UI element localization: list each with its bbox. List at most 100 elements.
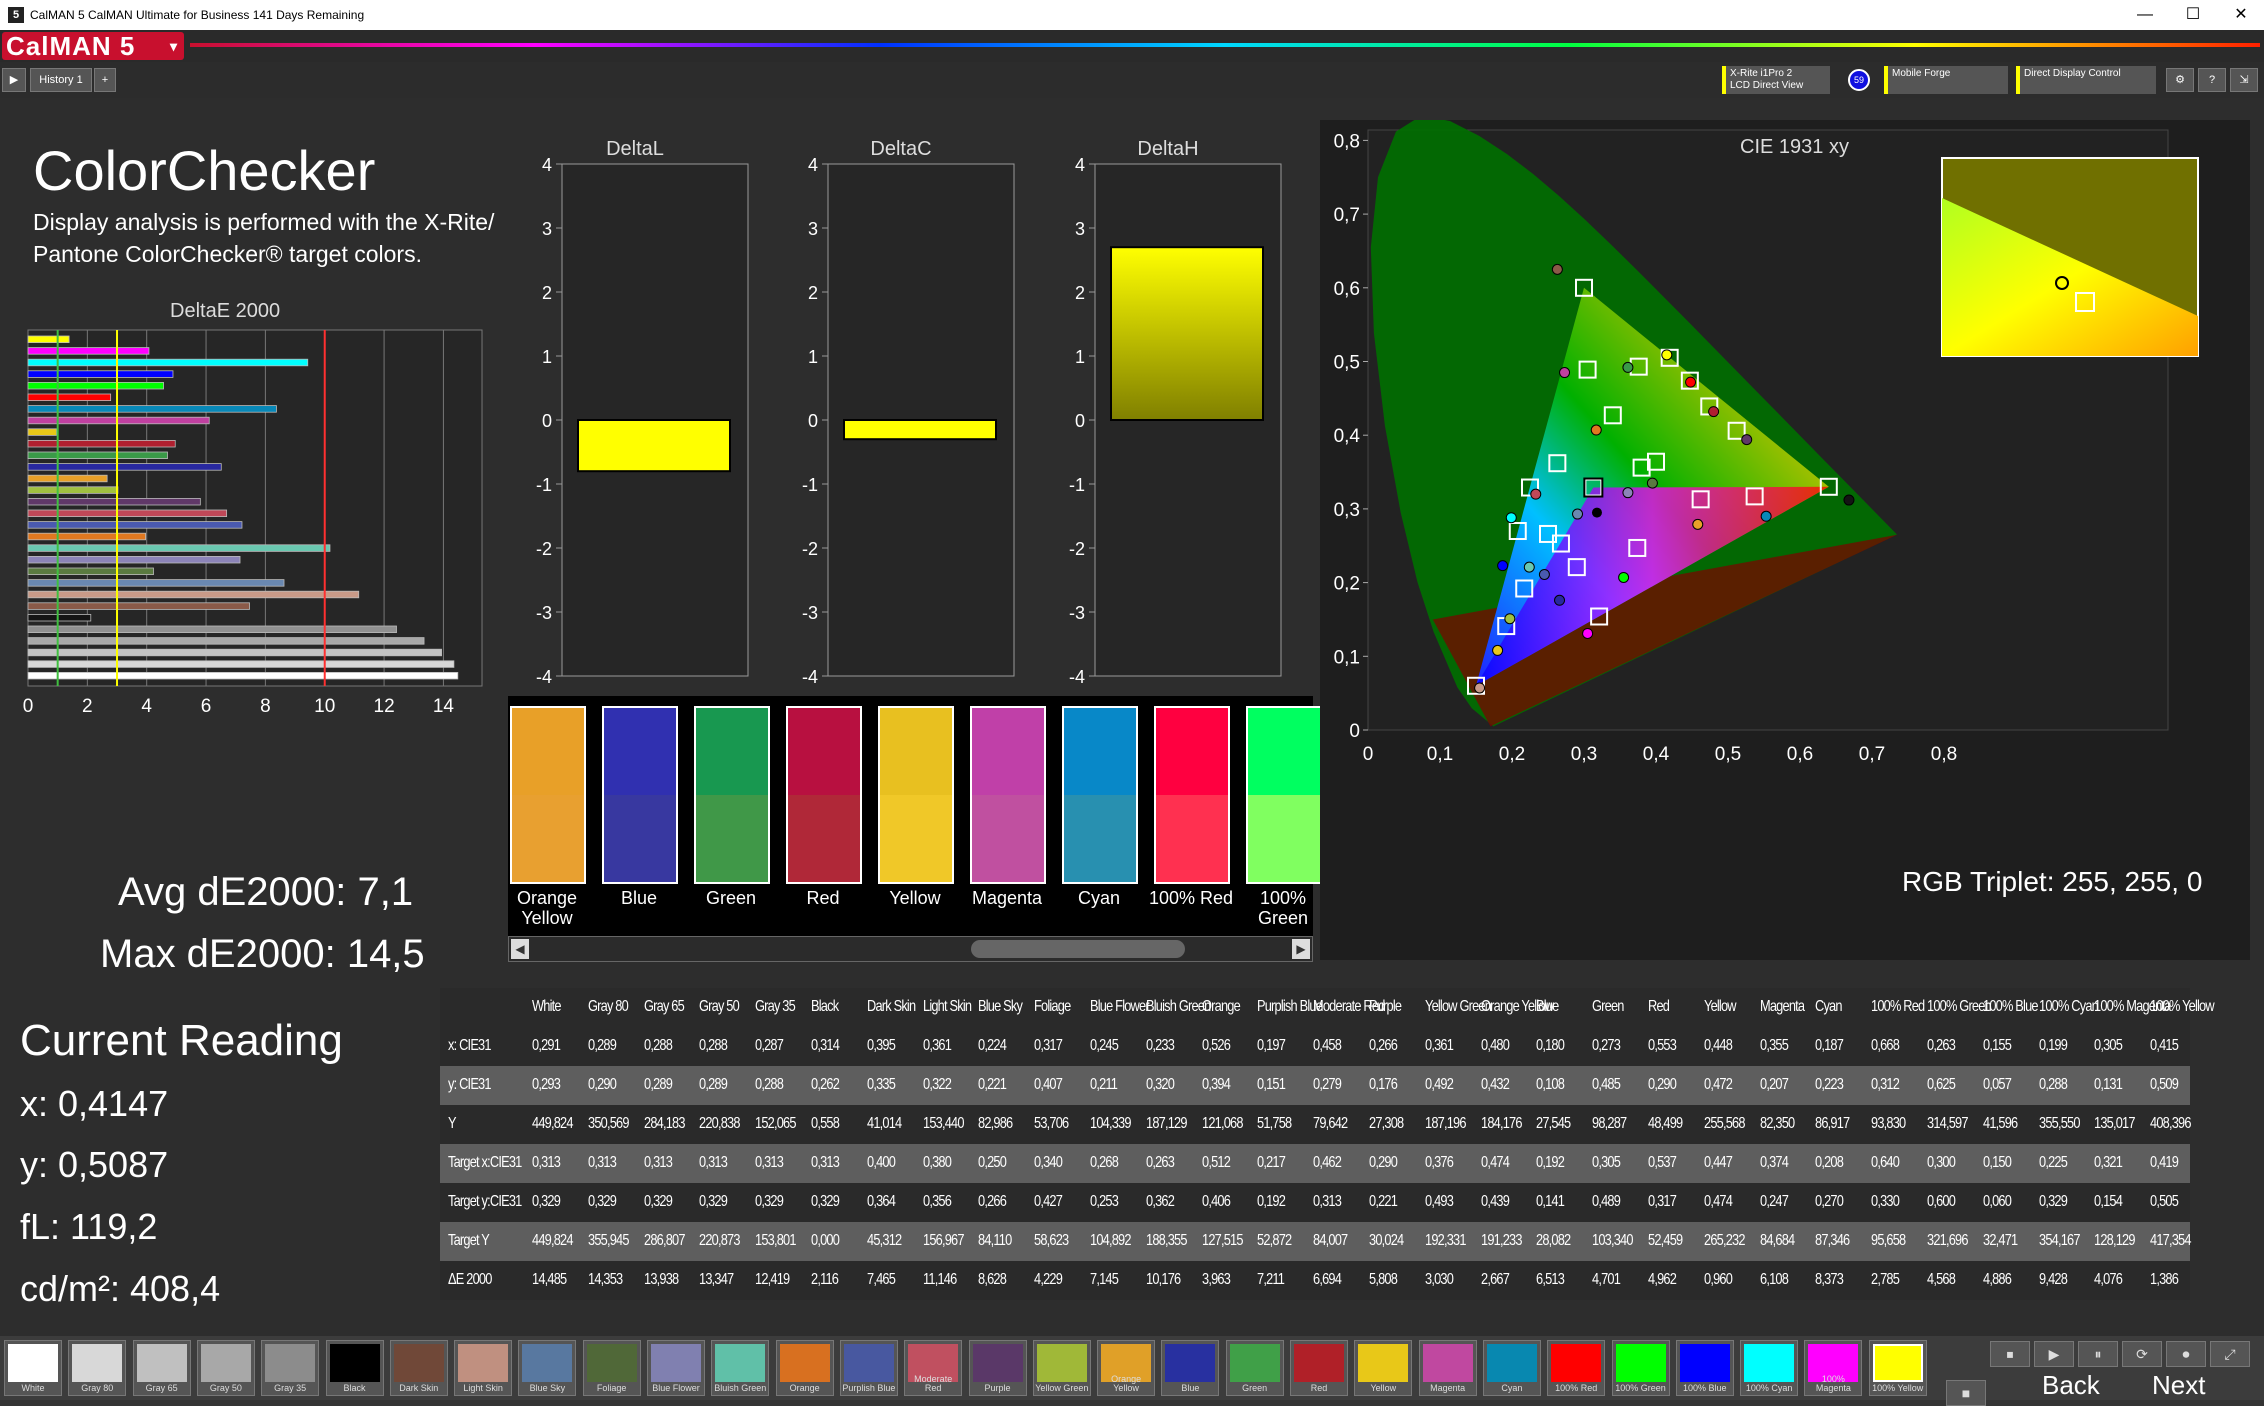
patch-yellow-green[interactable]: Yellow Green <box>1032 1340 1091 1396</box>
swatch-measured <box>788 795 860 882</box>
patch-100-blue[interactable]: 100% Blue <box>1675 1340 1734 1396</box>
gear-icon[interactable]: ⚙ <box>2166 68 2194 92</box>
table-cell: 0,155 <box>1982 1037 2012 1054</box>
table-row: x: CIE31 0,291 0,289 0,288 0,288 0,287 0,314 0,… <box>440 1027 2190 1066</box>
table-cell: 0,313 <box>587 1154 617 1171</box>
patch-bluish-green[interactable]: Bluish Green <box>711 1340 770 1396</box>
table-header-cell: Blue Sky <box>978 998 1023 1015</box>
table-cell: 220,873 <box>699 1232 741 1249</box>
table-cell: 0,362 <box>1145 1193 1175 1210</box>
patch-gray-80[interactable]: Gray 80 <box>68 1340 127 1396</box>
meter-badge[interactable]: 59 <box>1848 69 1870 91</box>
patch-foliage[interactable]: Foliage <box>582 1340 641 1396</box>
display-control-selector[interactable]: Direct Display Control <box>2016 66 2156 94</box>
patch-blue[interactable]: Blue <box>1161 1340 1220 1396</box>
table-cell: 6,513 <box>1536 1271 1565 1288</box>
table-cell: 52,872 <box>1257 1232 1292 1249</box>
table-cell: 87,346 <box>1815 1232 1850 1249</box>
table-cell: 0,427 <box>1034 1193 1063 1210</box>
delta-tick-label: 1 <box>542 347 552 367</box>
control-2-icon[interactable]: ▶ <box>2034 1341 2074 1367</box>
patch-gray-50[interactable]: Gray 50 <box>196 1340 255 1396</box>
back-button[interactable]: Back <box>2042 1370 2100 1401</box>
patch-blue-flower[interactable]: Blue Flower <box>647 1340 705 1396</box>
table-cell: 192,331 <box>1424 1232 1466 1249</box>
avg-de-readout: Avg dE2000: 7,1 <box>118 870 414 914</box>
scroll-right-icon[interactable]: ▶ <box>1292 939 1310 959</box>
table-cell: 6,694 <box>1313 1271 1342 1288</box>
table-cell: 0,537 <box>1648 1154 1677 1171</box>
patch-orange[interactable]: Orange <box>775 1340 834 1396</box>
tab-history-1[interactable]: History 1 <box>30 68 92 92</box>
patch-gray-35[interactable]: Gray 35 <box>261 1340 320 1396</box>
patch-color <box>393 1344 444 1382</box>
pattern-source-selector[interactable]: Mobile Forge <box>1884 66 2008 94</box>
patch-100-cyan[interactable]: 100% Cyan <box>1740 1340 1799 1396</box>
patch-purple[interactable]: Purple <box>968 1340 1027 1396</box>
patch-label: 100% Magenta <box>1815 1374 1851 1393</box>
cie-ytick-label: 0,8 <box>1334 131 1360 152</box>
patch-black[interactable]: Black <box>325 1340 384 1396</box>
swatch-target <box>696 708 768 795</box>
control-5-icon[interactable]: ⏺ <box>2166 1341 2206 1367</box>
delta-tick-label: -4 <box>536 667 552 687</box>
delta-tick-label: -1 <box>536 475 552 495</box>
table-cell: 0,060 <box>1982 1193 2012 1210</box>
patch-100-magenta[interactable]: 100% Magenta <box>1804 1340 1863 1396</box>
patch-color <box>1229 1344 1280 1382</box>
patch-100-green[interactable]: 100% Green <box>1611 1340 1670 1396</box>
swatch-scrollbar[interactable]: ◀ ▶ <box>508 936 1313 962</box>
patch-100-red[interactable]: 100% Red <box>1547 1340 1606 1396</box>
cie-measured-marker <box>1523 561 1535 573</box>
add-tab-button[interactable]: + <box>94 68 116 92</box>
patch-white[interactable]: White <box>4 1340 62 1396</box>
play-icon[interactable]: ▶ <box>2 68 26 92</box>
cie-measured-marker <box>1505 512 1517 524</box>
table-cell: 0,317 <box>1034 1037 1063 1054</box>
swatch-measured <box>1156 795 1228 882</box>
table-cell: 187,129 <box>1145 1115 1187 1132</box>
deltae-bar <box>27 486 119 494</box>
close-button[interactable]: ✕ <box>2226 4 2256 26</box>
patch-orange-yellow[interactable]: Orange Yellow <box>1097 1340 1156 1396</box>
next-button[interactable]: Next <box>2152 1370 2205 1401</box>
patch-100-yellow[interactable]: 100% Yellow <box>1868 1340 1927 1396</box>
expand-icon[interactable]: ⇲ <box>2230 68 2258 92</box>
patch-label: Dark Skin <box>399 1383 439 1393</box>
table-cell: 104,339 <box>1090 1115 1131 1132</box>
table-cell: 0,509 <box>2150 1076 2179 1093</box>
cie-measured-marker <box>1582 627 1594 639</box>
patch-magenta[interactable]: Magenta <box>1418 1340 1477 1396</box>
patch-purplish-blue[interactable]: Purplish Blue <box>839 1340 898 1396</box>
data-table: White Gray 80 Gray 65 Gray 50 Gray 35 Black Da… <box>440 988 2215 1306</box>
table-cell: 0,289 <box>699 1076 728 1093</box>
patch-yellow[interactable]: Yellow <box>1354 1340 1413 1396</box>
control-3-icon[interactable]: ⏸ <box>2078 1341 2118 1367</box>
control-6-icon[interactable]: ⤢ <box>2210 1341 2250 1367</box>
patch-label: Bluish Green <box>714 1383 767 1393</box>
patch-moderate-red[interactable]: Moderate Red <box>904 1340 963 1396</box>
patch-green[interactable]: Green <box>1225 1340 1284 1396</box>
patch-blue-sky[interactable]: Blue Sky <box>518 1340 577 1396</box>
patch-gray-65[interactable]: Gray 65 <box>132 1340 191 1396</box>
minimize-button[interactable]: — <box>2130 4 2160 26</box>
control-1-icon[interactable]: ⏹ <box>1990 1341 2030 1367</box>
scroll-thumb[interactable] <box>971 940 1185 958</box>
table-cell: 0,057 <box>1982 1076 2012 1093</box>
patch-light-skin[interactable]: Light Skin <box>454 1340 513 1396</box>
scroll-left-icon[interactable]: ◀ <box>511 939 529 959</box>
control-4-icon[interactable]: ⟳ <box>2122 1341 2162 1367</box>
control-0-icon[interactable]: ■ <box>1946 1380 1986 1406</box>
swatch-label: Cyan <box>1077 888 1121 908</box>
table-cell: 0,335 <box>866 1076 896 1093</box>
deltae-bar <box>27 405 277 413</box>
patch-dark-skin[interactable]: Dark Skin <box>389 1340 448 1396</box>
calman-menu-button[interactable]: CalMAN 5 ▾ <box>2 32 184 60</box>
meter-selector[interactable]: X-Rite i1Pro 2 LCD Direct View <box>1722 66 1830 94</box>
cie-ytick-label: 0,1 <box>1334 647 1360 668</box>
deltae-bar <box>27 555 241 564</box>
patch-cyan[interactable]: Cyan <box>1482 1340 1541 1396</box>
help-icon[interactable]: ? <box>2198 68 2226 92</box>
patch-red[interactable]: Red <box>1290 1340 1348 1396</box>
maximize-button[interactable]: ☐ <box>2178 4 2208 26</box>
